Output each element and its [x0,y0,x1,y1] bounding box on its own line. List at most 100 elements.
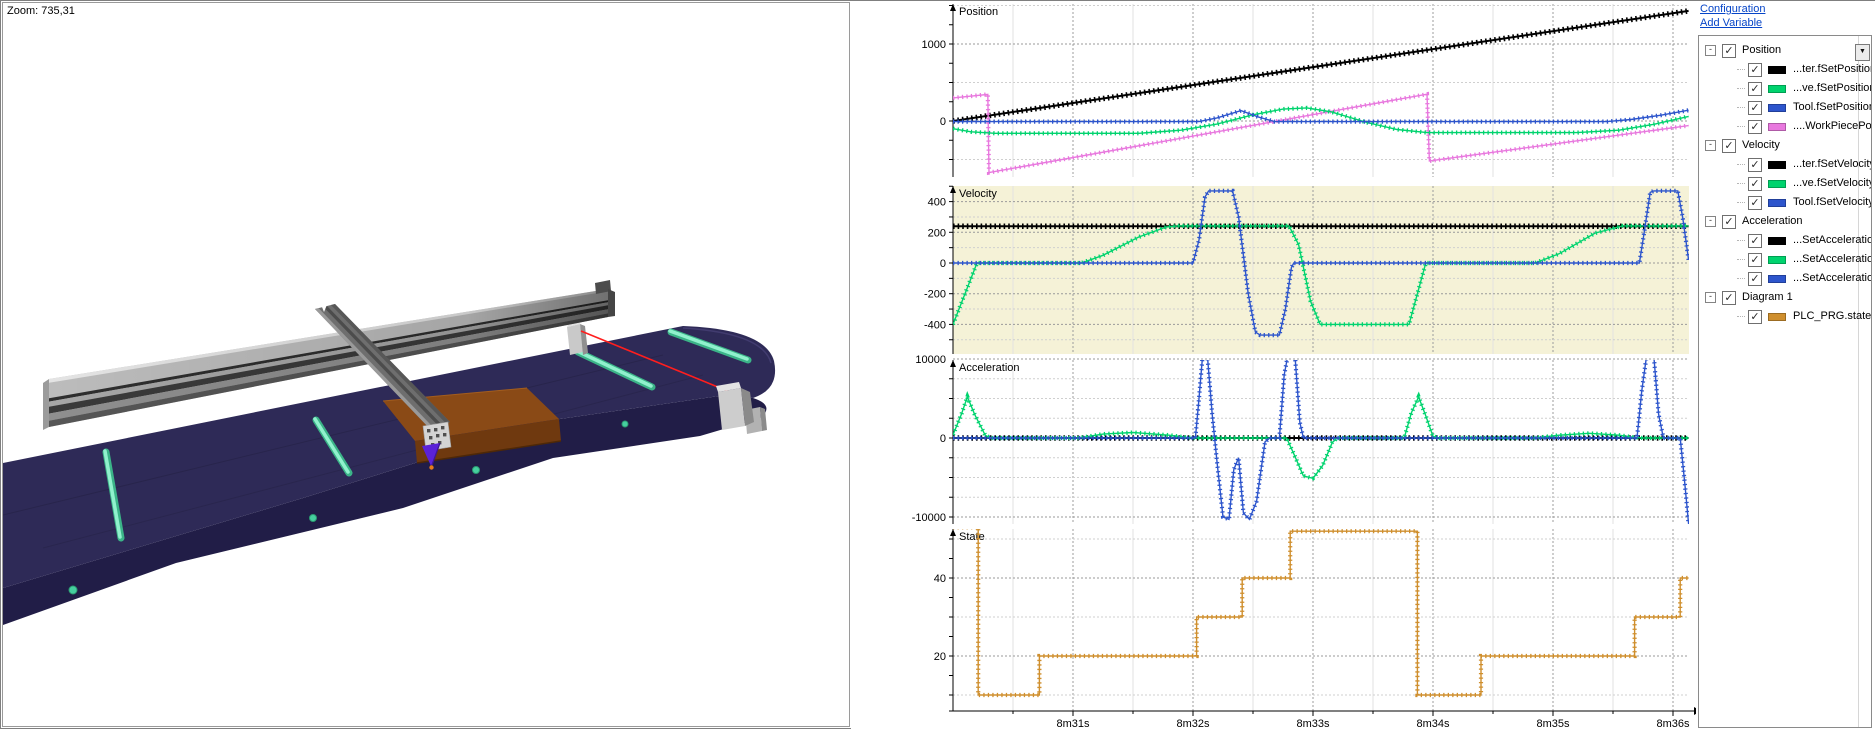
tree-connector [1737,259,1745,260]
viewer-3d-pane[interactable]: Zoom: 735,31 [2,2,850,727]
variable-row[interactable]: ✓...ter.fSetPosition [1699,60,1858,79]
series--SetAcceleration-tool [953,356,1689,524]
variable-row[interactable]: ✓...SetAcceleration [1699,250,1858,269]
y-tick-label: -400 [924,319,946,331]
variable-label: ...ter.fSetVelocity [1793,155,1872,174]
y-tick-label: 10000 [915,354,946,366]
series-color-swatch [1768,275,1786,283]
tree-connector [1737,107,1745,108]
variable-label: ...ter.fSetPosition [1793,60,1872,79]
tree-connector [1737,69,1745,70]
series-color-swatch [1768,256,1786,264]
y-tick-label: 0 [940,258,946,270]
laser-emitter-post [567,321,588,355]
y-tick-label: 20 [934,651,946,663]
variable-label: ...SetAcceleration [1793,231,1872,250]
variable-checkbox[interactable]: ✓ [1748,310,1762,324]
variable-row[interactable]: ✓...SetAcceleration [1699,269,1858,288]
variable-label: ...ve.fSetPosition [1793,79,1872,98]
y-tick-label: 40 [934,573,946,585]
tree-group-velocity[interactable]: -✓ Velocity [1699,136,1858,155]
group-checkbox[interactable]: ✓ [1722,215,1736,229]
variable-checkbox[interactable]: ✓ [1748,177,1762,191]
variable-label: ...SetAcceleration [1793,250,1872,269]
variable-checkbox[interactable]: ✓ [1748,82,1762,96]
series-PLC-PRG-state [953,527,1689,695]
app-window: Zoom: 735,31 [0,0,1875,729]
x-tick-label: 8m31s [1056,718,1090,730]
variable-checkbox[interactable]: ✓ [1748,253,1762,267]
tree-connector [1737,202,1745,203]
variable-row[interactable]: ✓PLC_PRG.state [1699,307,1858,326]
tool-tip-marker [429,465,433,469]
variable-checkbox[interactable]: ✓ [1748,272,1762,286]
variable-checkbox[interactable]: ✓ [1748,63,1762,77]
variable-row[interactable]: ✓...ve.fSetPosition [1699,79,1858,98]
x-tick-label: 8m36s [1656,718,1690,730]
expand-toggle[interactable]: - [1705,216,1716,227]
group-label: Velocity [1742,136,1780,155]
series-color-swatch [1768,199,1786,207]
variable-checkbox[interactable]: ✓ [1748,234,1762,248]
variable-row[interactable]: ✓...ve.fSetVelocity [1699,174,1858,193]
tree-group-diagram-1[interactable]: -✓Diagram 1 [1699,288,1858,307]
variable-row[interactable]: ✓Tool.fSetVelocity [1699,193,1858,212]
x-tick-label: 8m35s [1536,718,1570,730]
variable-checkbox[interactable]: ✓ [1748,120,1762,134]
group-label: Acceleration [1742,212,1803,231]
variable-checkbox[interactable]: ✓ [1748,101,1762,115]
group-label: Position [1742,41,1781,60]
series-color-swatch [1768,104,1786,112]
plot-background [953,186,1689,354]
series-color-swatch [1768,123,1786,131]
tree-connector [1737,164,1745,165]
variable-label: ...ve.fSetVelocity [1793,174,1872,193]
group-checkbox[interactable]: ✓ [1722,44,1736,58]
scope-charts: 10000Position4002000-200-400Velocity1000… [851,1,1696,730]
variable-checkbox[interactable]: ✓ [1748,158,1762,172]
variable-row[interactable]: ✓....WorkPiecePos [1699,117,1858,136]
variable-tree: -✓Position✓...ter.fSetPosition✓...ve.fSe… [1699,41,1858,326]
variable-row[interactable]: ✓Tool.fSetPosition [1699,98,1858,117]
chart-position: 10000Position [922,4,1689,177]
chart-velocity: 4002000-200-400Velocity [924,186,1689,354]
y-tick-label: 0 [940,433,946,445]
tree-connector [1737,240,1745,241]
scrollbar-track[interactable] [1858,36,1871,727]
series-color-swatch [1768,85,1786,93]
chart-state: 40 20 State 8m31s 8m32s 8m33s 8m34s 8m35s 8m36s [934,527,1696,730]
expand-toggle[interactable]: - [1705,140,1716,151]
tree-connector [1737,88,1745,89]
chart-title: Acceleration [959,362,1020,374]
y-tick-label: 200 [928,227,946,239]
viewer-zoom-label: Zoom: 735,31 [7,5,75,17]
expand-toggle[interactable]: - [1705,292,1716,303]
x-tick-label: 8m33s [1296,718,1330,730]
tree-connector [1737,278,1745,279]
x-tick-label: 8m32s [1176,718,1210,730]
tree-connector [1737,183,1745,184]
series-color-swatch [1768,313,1786,321]
variable-row[interactable]: ✓...ter.fSetVelocity [1699,155,1858,174]
variable-label: ....WorkPiecePos [1793,117,1872,136]
add-variable-link[interactable]: Add Variable [1700,17,1875,29]
x-tick-label: 8m34s [1416,718,1450,730]
series-color-swatch [1768,66,1786,74]
chart-title: Position [959,6,998,18]
variable-checkbox[interactable]: ✓ [1748,196,1762,210]
variable-row[interactable]: ✓...SetAcceleration [1699,231,1858,250]
configuration-link[interactable]: Configuration [1700,3,1875,15]
variables-list: ▼ -✓Position✓...ter.fSetPosition✓...ve.f… [1698,35,1872,728]
y-tick-label: -10000 [912,512,946,524]
tree-group-acceleration[interactable]: -✓ Acceleration [1699,212,1858,231]
chart-title: Velocity [959,188,997,200]
group-checkbox[interactable]: ✓ [1722,291,1736,305]
variable-label: Tool.fSetPosition [1793,98,1872,117]
variable-label: ...SetAcceleration [1793,269,1872,288]
group-checkbox[interactable]: ✓ [1722,139,1736,153]
variables-panel: Configuration Add Variable ▼ -✓Position✓… [1696,1,1875,730]
expand-toggle[interactable]: - [1705,45,1716,56]
chart-title: State [959,531,985,543]
series-color-swatch [1768,180,1786,188]
tree-group-position[interactable]: -✓ Position [1699,41,1858,60]
